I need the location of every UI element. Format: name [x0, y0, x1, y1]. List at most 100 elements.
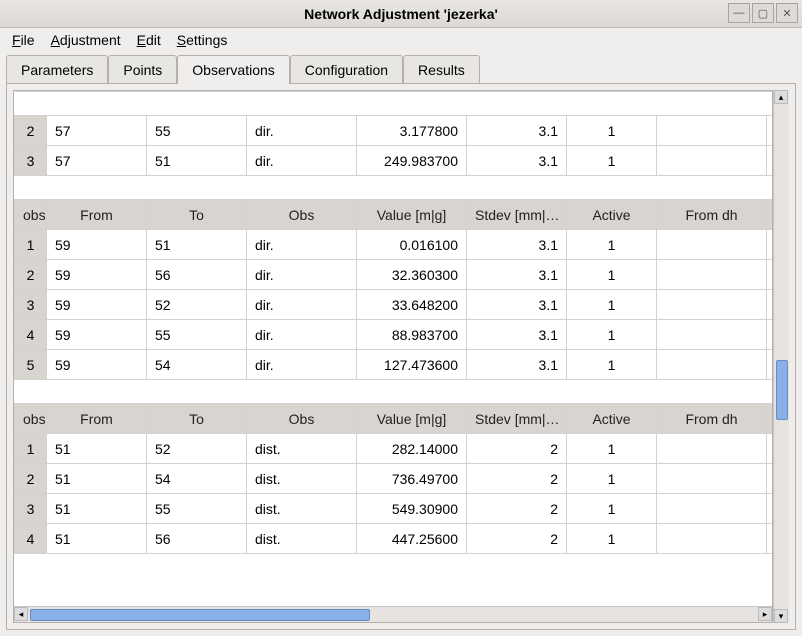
from-cell[interactable]: 51: [47, 494, 147, 524]
menu-adjustment[interactable]: Adjustment: [51, 32, 121, 48]
fromdh-cell[interactable]: [657, 260, 767, 290]
stdev-cell[interactable]: 3.1: [467, 230, 567, 260]
rownum-cell[interactable]: 4: [15, 320, 47, 350]
stdev-cell[interactable]: 2: [467, 494, 567, 524]
active-cell[interactable]: 1: [567, 260, 657, 290]
maximize-button[interactable]: ▢: [752, 3, 774, 23]
fromdh-cell[interactable]: [657, 116, 767, 146]
obs-cell[interactable]: dist.: [247, 464, 357, 494]
active-cell[interactable]: 1: [567, 464, 657, 494]
from-cell[interactable]: 59: [47, 260, 147, 290]
active-cell[interactable]: 1: [567, 524, 657, 554]
from-cell[interactable]: 59: [47, 320, 147, 350]
rownum-cell[interactable]: 2: [15, 116, 47, 146]
menu-settings[interactable]: Settings: [177, 32, 228, 48]
obs-cell[interactable]: dir.: [247, 320, 357, 350]
rownum-cell[interactable]: 3: [15, 494, 47, 524]
stdev-cell[interactable]: 3.1: [467, 290, 567, 320]
rownum-cell[interactable]: 1: [15, 230, 47, 260]
obs-cell[interactable]: dir.: [247, 146, 357, 176]
stdev-cell[interactable]: 3.1: [467, 260, 567, 290]
table-row[interactable]: 25956dir.32.3603003.11: [15, 260, 773, 290]
menu-file[interactable]: File: [12, 32, 35, 48]
col-header-fromdh[interactable]: From dh: [657, 404, 767, 434]
menu-edit[interactable]: Edit: [137, 32, 161, 48]
value-cell[interactable]: 127.473600: [357, 350, 467, 380]
obs-cell[interactable]: dist.: [247, 494, 357, 524]
from-cell[interactable]: 59: [47, 290, 147, 320]
vscroll-thumb[interactable]: [776, 360, 788, 420]
hscroll-thumb[interactable]: [30, 609, 370, 621]
fromdh-cell[interactable]: [657, 146, 767, 176]
col-header-obscol[interactable]: Obs: [247, 200, 357, 230]
stdev-cell[interactable]: 2: [467, 524, 567, 554]
col-header-active[interactable]: Active: [567, 404, 657, 434]
stdev-cell[interactable]: 3.1: [467, 116, 567, 146]
fromdh-cell[interactable]: [657, 464, 767, 494]
col-header-from[interactable]: From: [47, 200, 147, 230]
stdev-cell[interactable]: 3.1: [467, 146, 567, 176]
from-cell[interactable]: 57: [47, 116, 147, 146]
rownum-cell[interactable]: 4: [15, 524, 47, 554]
col-header-obs[interactable]: obs: [15, 200, 47, 230]
col-header-stdev[interactable]: Stdev [mm|…: [467, 404, 567, 434]
rownum-cell[interactable]: 5: [15, 350, 47, 380]
scroll-left-icon[interactable]: ◂: [14, 607, 28, 621]
minimize-button[interactable]: —: [728, 3, 750, 23]
col-header-value[interactable]: Value [m|g]: [357, 404, 467, 434]
to-cell[interactable]: 56: [147, 524, 247, 554]
value-cell[interactable]: 88.983700: [357, 320, 467, 350]
rownum-cell[interactable]: 3: [15, 146, 47, 176]
table-row[interactable]: 25755dir.3.1778003.11: [15, 116, 773, 146]
col-header-obscol[interactable]: Obs: [247, 404, 357, 434]
table-row[interactable]: 15152dist.282.1400021: [15, 434, 773, 464]
obs-cell[interactable]: dist.: [247, 524, 357, 554]
value-cell[interactable]: 33.648200: [357, 290, 467, 320]
tab-configuration[interactable]: Configuration: [290, 55, 403, 84]
from-cell[interactable]: 59: [47, 230, 147, 260]
fromdh-cell[interactable]: [657, 320, 767, 350]
col-header-to[interactable]: To: [147, 404, 247, 434]
stdev-cell[interactable]: 2: [467, 434, 567, 464]
to-cell[interactable]: 55: [147, 116, 247, 146]
col-header-active[interactable]: Active: [567, 200, 657, 230]
col-header-from[interactable]: From: [47, 404, 147, 434]
to-cell[interactable]: 55: [147, 494, 247, 524]
scroll-up-icon[interactable]: ▴: [774, 90, 788, 104]
fromdh-cell[interactable]: [657, 290, 767, 320]
value-cell[interactable]: 736.49700: [357, 464, 467, 494]
tab-parameters[interactable]: Parameters: [6, 55, 108, 84]
to-cell[interactable]: 56: [147, 260, 247, 290]
tab-points[interactable]: Points: [108, 55, 177, 84]
value-cell[interactable]: 282.14000: [357, 434, 467, 464]
col-header-obs[interactable]: obs: [15, 404, 47, 434]
active-cell[interactable]: 1: [567, 230, 657, 260]
table-row[interactable]: 55954dir.127.4736003.11: [15, 350, 773, 380]
active-cell[interactable]: 1: [567, 320, 657, 350]
active-cell[interactable]: 1: [567, 434, 657, 464]
obs-cell[interactable]: dir.: [247, 230, 357, 260]
obs-cell[interactable]: dir.: [247, 260, 357, 290]
col-header-fromdh[interactable]: From dh: [657, 200, 767, 230]
value-cell[interactable]: 32.360300: [357, 260, 467, 290]
to-cell[interactable]: 54: [147, 350, 247, 380]
to-cell[interactable]: 52: [147, 434, 247, 464]
rownum-cell[interactable]: 1: [15, 434, 47, 464]
fromdh-cell[interactable]: [657, 230, 767, 260]
col-header-to[interactable]: To: [147, 200, 247, 230]
fromdh-cell[interactable]: [657, 350, 767, 380]
obs-cell[interactable]: dist.: [247, 434, 357, 464]
table-row[interactable]: 35155dist.549.3090021: [15, 494, 773, 524]
table-row[interactable]: 35751dir.249.9837003.11: [15, 146, 773, 176]
value-cell[interactable]: 549.30900: [357, 494, 467, 524]
from-cell[interactable]: 51: [47, 524, 147, 554]
tab-observations[interactable]: Observations: [177, 55, 289, 84]
to-cell[interactable]: 55: [147, 320, 247, 350]
col-header-stdev[interactable]: Stdev [mm|…: [467, 200, 567, 230]
rownum-cell[interactable]: 3: [15, 290, 47, 320]
fromdh-cell[interactable]: [657, 434, 767, 464]
from-cell[interactable]: 59: [47, 350, 147, 380]
from-cell[interactable]: 51: [47, 464, 147, 494]
table-row[interactable]: 15951dir.0.0161003.11: [15, 230, 773, 260]
fromdh-cell[interactable]: [657, 524, 767, 554]
